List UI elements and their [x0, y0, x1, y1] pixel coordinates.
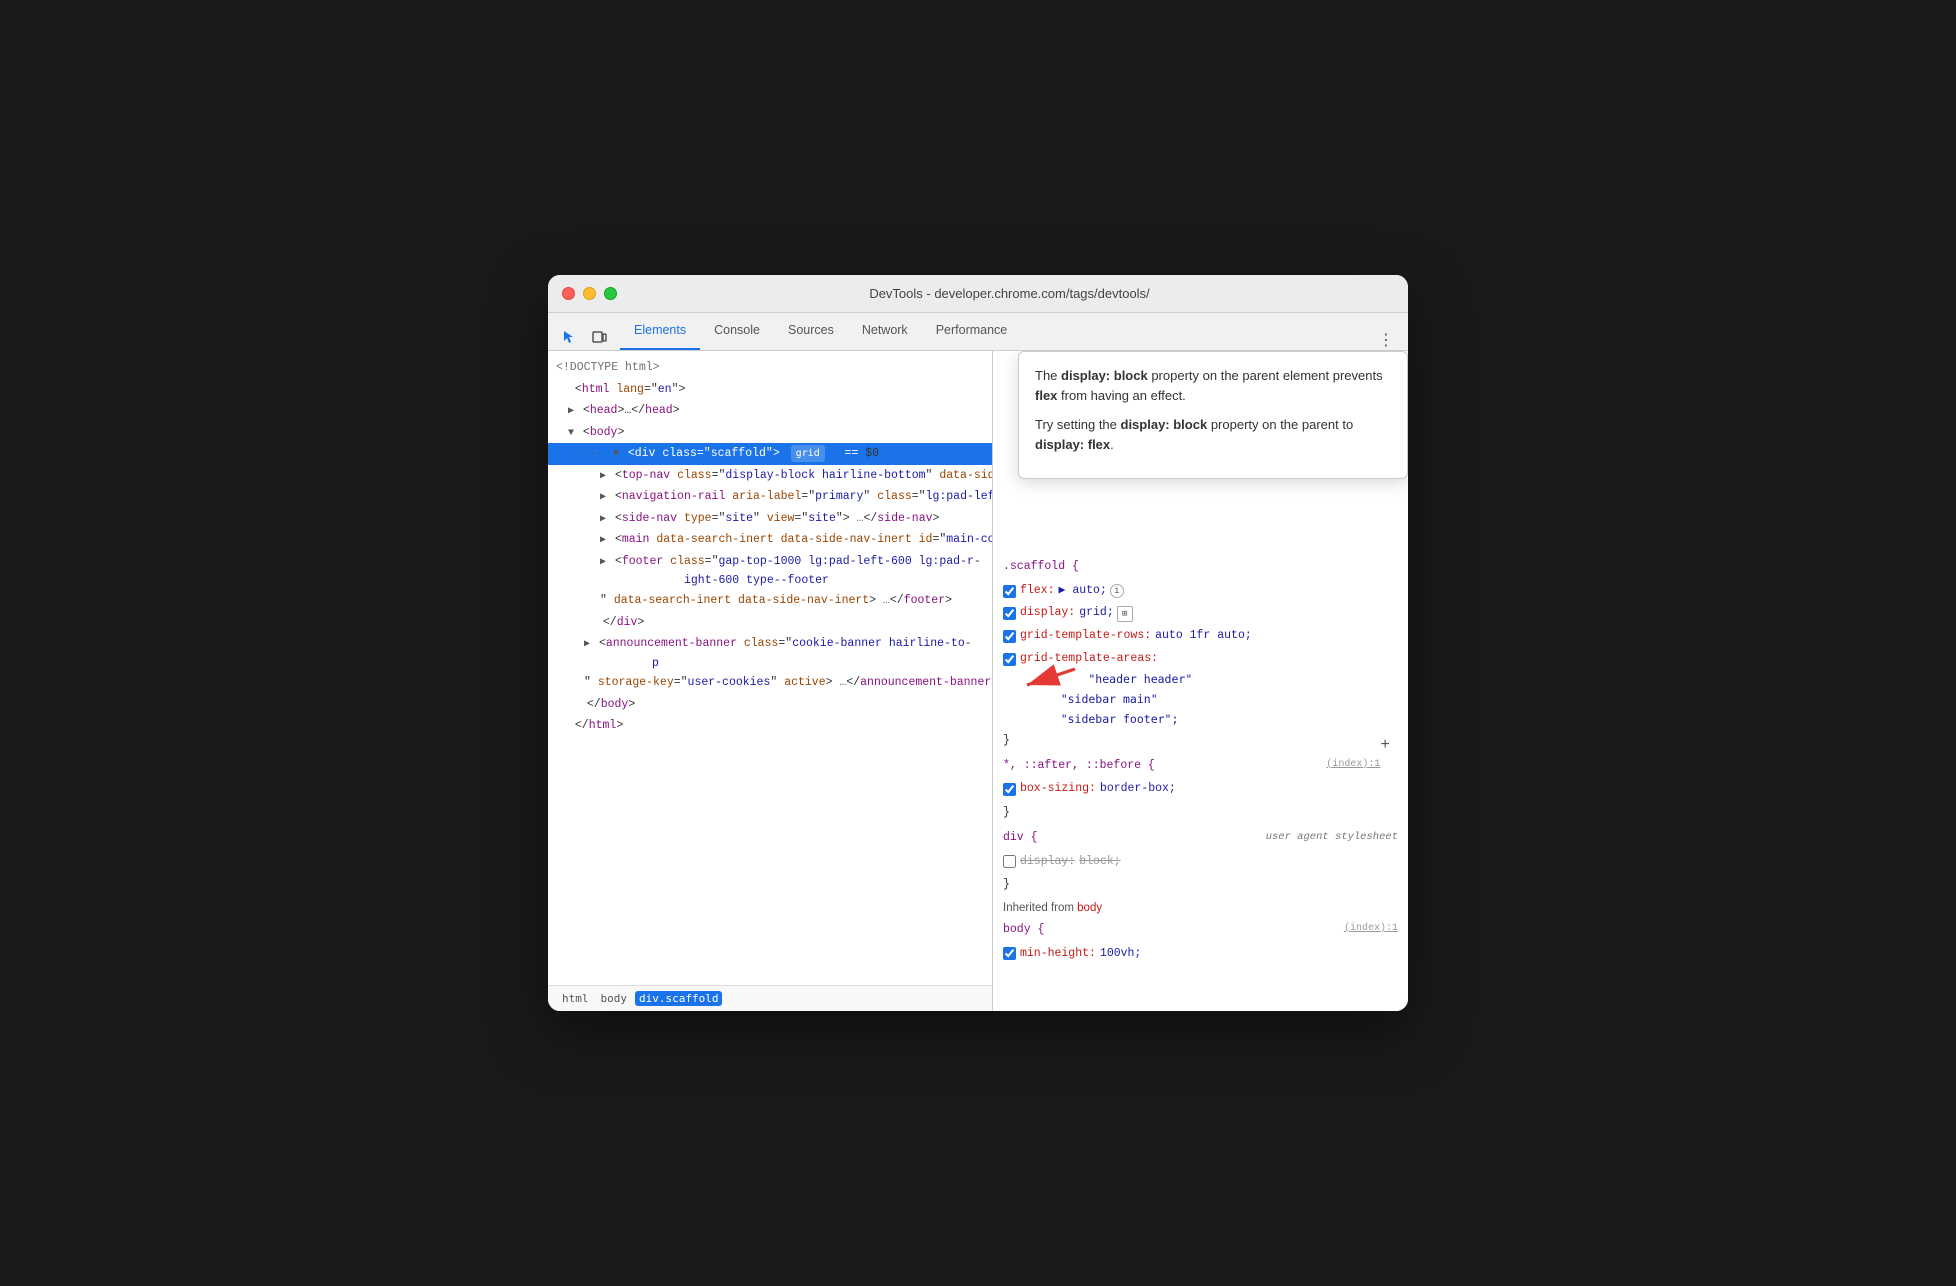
grid-areas-checkbox[interactable] — [1003, 653, 1016, 666]
window-title: DevTools - developer.chrome.com/tags/dev… — [625, 286, 1394, 301]
grid-rows-checkbox[interactable] — [1003, 630, 1016, 643]
main-line[interactable]: ▶ <main data-search-inert data-side-nav-… — [548, 529, 992, 551]
flex-value: ▶ auto; — [1059, 581, 1107, 602]
tab-elements[interactable]: Elements — [620, 312, 700, 350]
device-icon[interactable] — [586, 324, 612, 350]
universal-close-brace: } — [993, 801, 1408, 826]
devtools-window: DevTools - developer.chrome.com/tags/dev… — [548, 275, 1408, 1011]
elements-panel: <!DOCTYPE html> <html lang="en"> ▶ <head… — [548, 351, 993, 1011]
display-block-value: block; — [1079, 852, 1120, 873]
flex-checkbox[interactable] — [1003, 585, 1016, 598]
tooltip-paragraph-2: Try setting the display: block property … — [1035, 415, 1391, 454]
devtools-body: <!DOCTYPE html> <html lang="en"> ▶ <head… — [548, 351, 1408, 1011]
grid-areas-value: "header header" "sidebar main" "sidebar … — [993, 670, 1408, 729]
tooltip-popup: The display: block property on the paren… — [1018, 351, 1408, 479]
styles-content: .scaffold { flex: ▶ auto; i display: — [993, 551, 1408, 1011]
add-property-button[interactable]: + — [1380, 731, 1398, 760]
tab-performance[interactable]: Performance — [922, 312, 1022, 350]
scaffold-line[interactable]: ··· ▼ <div class="scaffold"> grid == $0 — [548, 443, 992, 465]
inherited-header: Inherited from body — [993, 898, 1408, 918]
flex-property: flex: — [1020, 581, 1055, 602]
breadcrumb-body[interactable]: body — [597, 991, 632, 1006]
flex-property-line: flex: ▶ auto; i — [993, 580, 1408, 603]
breadcrumb-html[interactable]: html — [558, 991, 593, 1006]
display-value-group: grid; ⊞ — [1079, 603, 1133, 624]
tab-network[interactable]: Network — [848, 312, 922, 350]
styles-panel: The display: block property on the paren… — [993, 351, 1408, 1011]
display-value: grid; — [1079, 603, 1114, 624]
grid-rows-value: auto 1fr auto; — [1155, 626, 1252, 647]
body-line-num[interactable]: (index):1 — [1344, 920, 1398, 938]
grid-badge[interactable]: grid — [791, 445, 825, 462]
scaffold-selector[interactable]: .scaffold { — [1003, 560, 1079, 573]
html-close-line: </html> — [548, 715, 992, 737]
universal-line-num[interactable]: (index):1 — [1326, 756, 1380, 774]
universal-selector[interactable]: *, ::after, ::before { — [1003, 759, 1155, 772]
html-open-line[interactable]: <html lang="en"> — [548, 379, 992, 401]
display-block-checkbox[interactable] — [1003, 855, 1016, 868]
box-sizing-property: box-sizing: — [1020, 779, 1096, 800]
devtools-tab-bar: Elements Console Sources Network Perform… — [548, 313, 1408, 351]
scaffold-close-brace: } + — [993, 729, 1408, 754]
minimize-button[interactable] — [583, 287, 596, 300]
tabs-overflow-button[interactable]: ⋮ — [1372, 330, 1400, 350]
display-property: display: — [1020, 603, 1075, 624]
box-sizing-checkbox[interactable] — [1003, 783, 1016, 796]
tooltip-paragraph-1: The display: block property on the paren… — [1035, 366, 1391, 405]
grid-rows-property: grid-template-rows: — [1020, 626, 1151, 647]
display-block-line: display: block; — [993, 851, 1408, 874]
titlebar: DevTools - developer.chrome.com/tags/dev… — [548, 275, 1408, 313]
grid-rows-line: grid-template-rows: auto 1fr auto; — [993, 625, 1408, 648]
elements-tree[interactable]: <!DOCTYPE html> <html lang="en"> ▶ <head… — [548, 351, 992, 985]
display-property-line: display: grid; ⊞ — [993, 602, 1408, 625]
div-close-brace: } — [993, 873, 1408, 898]
grid-areas-line: grid-template-areas: — [993, 648, 1408, 671]
scaffold-rule: .scaffold { — [993, 555, 1408, 580]
box-sizing-line: box-sizing: border-box; — [993, 778, 1408, 801]
body-selector[interactable]: body { — [1003, 923, 1044, 936]
flex-value-group: ▶ auto; i — [1059, 581, 1124, 602]
cursor-icon[interactable] — [556, 324, 582, 350]
head-line[interactable]: ▶ <head>…</head> — [548, 400, 992, 422]
box-sizing-value: border-box; — [1100, 779, 1176, 800]
doctype-line: <!DOCTYPE html> — [548, 357, 992, 379]
breadcrumb-bar: html body div.scaffold — [548, 985, 992, 1011]
display-checkbox[interactable] — [1003, 607, 1016, 620]
min-height-checkbox[interactable] — [1003, 947, 1016, 960]
div-rule: user agent stylesheet div { — [993, 826, 1408, 851]
breadcrumb-scaffold[interactable]: div.scaffold — [635, 991, 722, 1006]
tab-console[interactable]: Console — [700, 312, 774, 350]
inherited-body-ref[interactable]: body — [1077, 902, 1102, 914]
min-height-property: min-height: — [1020, 944, 1096, 965]
maximize-button[interactable] — [604, 287, 617, 300]
topnav-line[interactable]: ▶ <top-nav class="display-block hairline… — [548, 465, 992, 487]
user-agent-label: user agent stylesheet — [1266, 828, 1398, 847]
grid-icon[interactable]: ⊞ — [1117, 606, 1133, 622]
body-rule: (index):1 body { — [993, 918, 1408, 943]
footer-line[interactable]: ▶ <footer class="gap-top-1000 lg:pad-lef… — [548, 551, 992, 612]
body-line[interactable]: ▼ <body> — [548, 422, 992, 444]
sidenav-line[interactable]: ▶ <side-nav type="site" view="site"> …</… — [548, 508, 992, 530]
body-close-line: </body> — [548, 694, 992, 716]
min-height-value: 100vh; — [1100, 944, 1141, 965]
div-close-line: </div> — [548, 612, 992, 634]
div-selector[interactable]: div { — [1003, 831, 1038, 844]
grid-areas-property: grid-template-areas: — [1020, 649, 1158, 670]
min-height-line: min-height: 100vh; — [993, 943, 1408, 966]
close-button[interactable] — [562, 287, 575, 300]
banner-line[interactable]: ▶ <announcement-banner class="cookie-ban… — [548, 633, 992, 694]
navrail-line[interactable]: ▶ <navigation-rail aria-label="primary" … — [548, 486, 992, 508]
tab-sources[interactable]: Sources — [774, 312, 848, 350]
flex-info-icon[interactable]: i — [1110, 584, 1124, 598]
universal-rule: (index):1 *, ::after, ::before { — [993, 754, 1408, 779]
tab-icon-group — [556, 324, 612, 350]
display-block-property: display: — [1020, 852, 1075, 873]
